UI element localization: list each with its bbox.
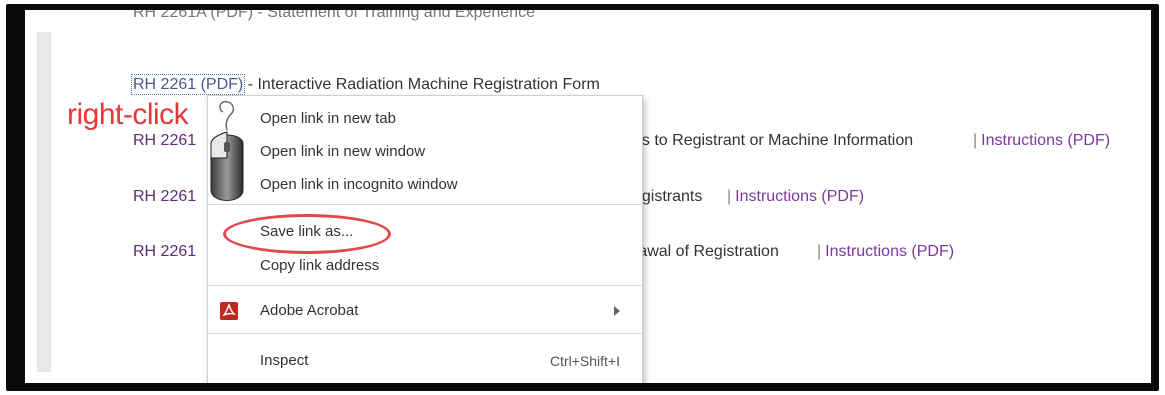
document-link-4[interactable]: RH 2261 bbox=[133, 243, 196, 260]
menu-inspect[interactable]: Inspect bbox=[260, 352, 308, 369]
inspect-shortcut: Ctrl+Shift+I bbox=[549, 353, 620, 369]
document-link-3[interactable]: RH 2261 bbox=[133, 188, 196, 205]
document-title-4: rawal of Registration bbox=[633, 243, 779, 260]
instructions-link-4[interactable]: Instructions (PDF) bbox=[825, 243, 954, 260]
screenshot-frame: RH 2261A (PDF) - Statement of Training a… bbox=[6, 4, 1159, 391]
document-title-1: - Interactive Radiation Machine Registra… bbox=[243, 76, 600, 93]
separator: | bbox=[817, 243, 822, 260]
document-item-2: RH 2261 es to Registrant or Machine Info… bbox=[133, 132, 1110, 150]
document-title-3: egistrants bbox=[633, 188, 703, 205]
document-link-2[interactable]: RH 2261 bbox=[133, 132, 196, 149]
document-item-4-trailing: | Instructions (PDF) bbox=[813, 243, 954, 261]
right-click-annotation: right-click bbox=[67, 98, 189, 131]
menu-open-new-window[interactable]: Open link in new window bbox=[260, 143, 425, 160]
document-item-3: RH 2261 egistrants | Instructions (PDF) bbox=[133, 188, 864, 206]
separator: | bbox=[973, 132, 978, 149]
menu-adobe-acrobat[interactable]: Adobe Acrobat bbox=[260, 302, 358, 319]
document-title-2: es to Registrant or Machine Information bbox=[633, 132, 914, 149]
document-item-3-trailing: | Instructions (PDF) bbox=[723, 188, 864, 206]
document-item-cut-off: RH 2261A (PDF) - Statement of Training a… bbox=[133, 10, 535, 21]
document-link-rh2261[interactable]: RH 2261 (PDF) bbox=[130, 74, 246, 95]
menu-divider bbox=[208, 333, 642, 334]
menu-divider bbox=[208, 285, 642, 286]
submenu-arrow-icon bbox=[614, 306, 620, 316]
adobe-acrobat-icon bbox=[220, 302, 238, 320]
instructions-link-2[interactable]: Instructions (PDF) bbox=[981, 132, 1110, 149]
menu-open-new-tab[interactable]: Open link in new tab bbox=[260, 110, 396, 127]
save-link-highlight-ellipse bbox=[223, 214, 391, 254]
instructions-link-3[interactable]: Instructions (PDF) bbox=[735, 188, 864, 205]
menu-copy-link-address[interactable]: Copy link address bbox=[260, 257, 379, 274]
mouse-icon bbox=[197, 98, 257, 208]
separator: | bbox=[727, 188, 732, 205]
menu-divider bbox=[208, 204, 642, 205]
menu-open-incognito[interactable]: Open link in incognito window bbox=[260, 176, 458, 193]
document-item-4: RH 2261 rawal of Registration | Instructi… bbox=[133, 243, 954, 261]
document-item-1: RH 2261 (PDF) - Interactive Radiation Ma… bbox=[130, 74, 600, 95]
document-item-2-trailing: | Instructions (PDF) bbox=[969, 132, 1110, 150]
browser-page: RH 2261A (PDF) - Statement of Training a… bbox=[25, 10, 1151, 383]
